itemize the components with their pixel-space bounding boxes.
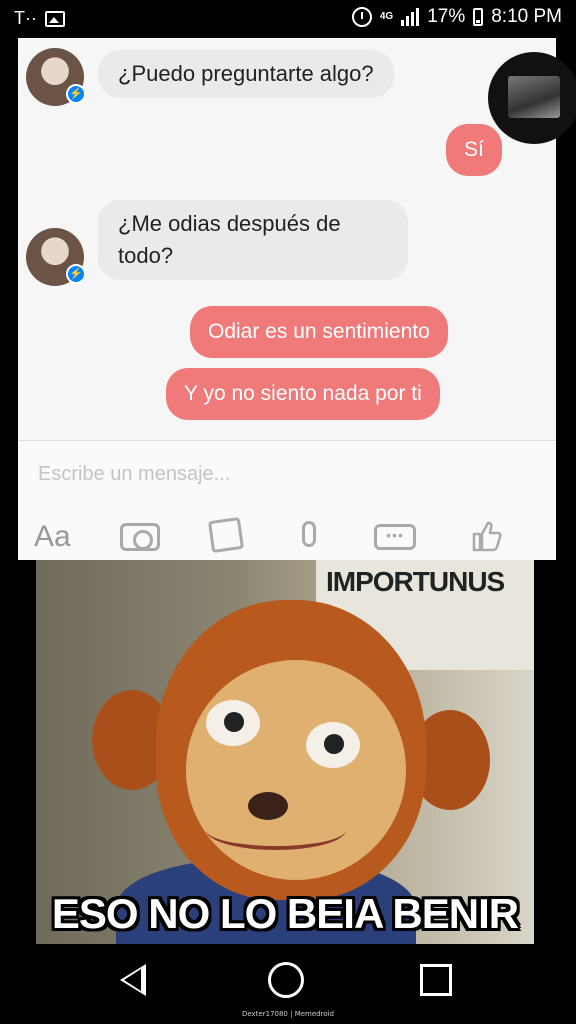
signal-icon [401,8,420,26]
camera-icon[interactable] [120,523,160,551]
message-outgoing[interactable]: Odiar es un sentimiento [190,306,448,358]
clock: 8:10 PM [491,6,562,27]
contact-avatar[interactable]: ⚡ [26,228,86,286]
message-incoming[interactable]: ¿Puedo preguntarte algo? [98,50,394,98]
network-type: 4G [379,11,394,22]
watermark: Dexter17080 | Memedroid [241,1010,335,1018]
puppet-mouth [206,810,346,850]
composer-toolbar: Aa ••• [18,516,556,555]
contact-avatar[interactable]: ⚡ [26,48,86,106]
messenger-badge-icon: ⚡ [66,84,86,104]
home-icon[interactable] [268,962,304,998]
battery-percent: 17% [427,6,466,27]
thumbs-up-icon[interactable] [470,519,504,553]
more-icon[interactable]: ••• [374,524,416,550]
back-icon[interactable] [120,964,146,996]
alarm-icon [351,7,372,27]
puppet-eye-left [206,700,260,746]
navigation-bar: Dexter17080 | Memedroid [0,944,576,1024]
message-outgoing[interactable]: Sí [446,124,502,176]
message-outgoing[interactable]: Y yo no siento nada por ti [166,368,440,420]
status-left: T·· [14,8,65,29]
recents-icon[interactable] [420,964,452,996]
puppet-eye-right [306,722,360,768]
meme-caption: ESO NO LO BEIA BENIR [51,890,519,937]
carrier-label: T·· [14,8,37,28]
chat-head-avatar [508,76,560,118]
message-composer: Aa ••• [18,440,556,560]
status-right: 4G 17% 8:10 PM [351,6,562,28]
sign-text: IMPORTUNUS [326,566,505,597]
messenger-badge-icon: ⚡ [66,264,86,284]
meme-image: IMPORTUNUS ESO NO LO BEIA BENIR [36,560,534,944]
text-style-button[interactable]: Aa [34,519,71,555]
battery-icon [473,8,484,26]
microphone-icon[interactable] [302,521,316,547]
message-input[interactable] [38,463,518,486]
message-incoming[interactable]: ¿Me odias después de todo? [98,200,408,280]
image-icon[interactable] [207,516,245,554]
chat-head-bubble[interactable] [488,52,576,144]
status-bar: T·· 4G 17% 8:10 PM [0,0,576,36]
chat-thread[interactable]: ⚡ ¿Puedo preguntarte algo? Sí ⚡ ¿Me odia… [18,38,556,440]
gallery-notification-icon [44,10,65,27]
